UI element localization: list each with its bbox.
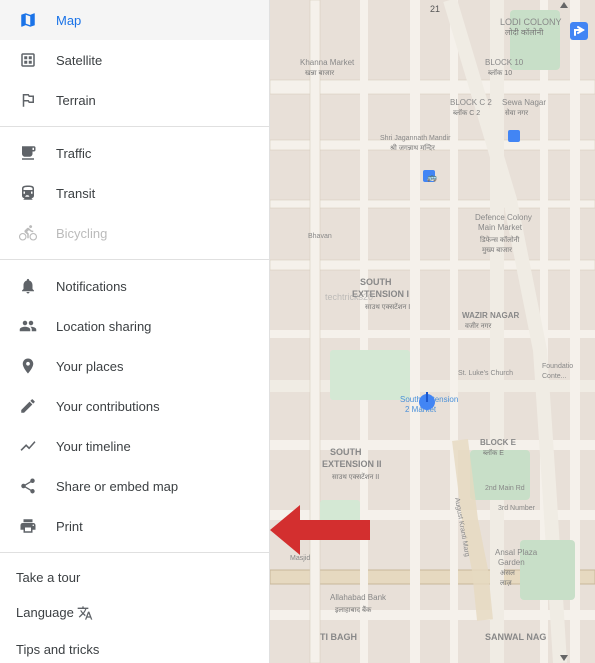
svg-text:Bhavan: Bhavan	[308, 233, 332, 240]
satellite-icon	[16, 48, 40, 72]
sidebar-item-share-embed-label: Share or embed map	[56, 479, 253, 494]
svg-text:खन्ना बाजार: खन्ना बाजार	[305, 70, 334, 77]
svg-text:इलाहाबाद बैंक: इलाहाबाद बैंक	[335, 605, 372, 614]
svg-text:3rd Number: 3rd Number	[498, 505, 536, 512]
sidebar-item-location-sharing-label: Location sharing	[56, 319, 253, 334]
sidebar-item-tips-tricks[interactable]: Tips and tricks	[0, 631, 269, 663]
sidebar-item-your-places[interactable]: Your places	[0, 346, 269, 386]
svg-text:Allahabad Bank: Allahabad Bank	[330, 593, 387, 602]
svg-text:Khanna Market: Khanna Market	[300, 58, 355, 67]
sidebar-item-satellite-label: Satellite	[56, 53, 253, 68]
svg-text:सेवा नगर: सेवा नगर	[505, 108, 528, 117]
svg-text:Defence Colony: Defence Colony	[475, 213, 532, 222]
bicycling-icon	[16, 221, 40, 245]
svg-text:लाज़: लाज़	[500, 580, 513, 587]
divider-1	[0, 126, 269, 127]
svg-text:श्री जगन्नाथ मन्दिर: श्री जगन्नाथ मन्दिर	[390, 143, 435, 152]
svg-text:लोदी कॉलोनी: लोदी कॉलोनी	[505, 27, 544, 37]
sidebar-item-share-embed[interactable]: Share or embed map	[0, 466, 269, 506]
svg-text:EXTENSION II: EXTENSION II	[322, 459, 382, 469]
svg-text:मुख्य बाजार: मुख्य बाजार	[482, 247, 512, 254]
sidebar-item-your-contributions-label: Your contributions	[56, 399, 253, 414]
sidebar-item-your-places-label: Your places	[56, 359, 253, 374]
svg-text:Shri Jagannath Mandir: Shri Jagannath Mandir	[380, 135, 451, 142]
sidebar-item-map-label: Map	[56, 13, 253, 28]
sidebar-item-notifications[interactable]: Notifications	[0, 266, 269, 306]
map-svg: LODI COLONY लोदी कॉलोनी BLOCK 10 ब्लॉक 1…	[270, 0, 595, 663]
divider-2	[0, 259, 269, 260]
svg-text:techtricks20: techtricks20	[325, 292, 373, 302]
svg-text:SOUTH: SOUTH	[360, 277, 392, 287]
location-sharing-icon	[16, 314, 40, 338]
sidebar-item-transit-label: Transit	[56, 186, 253, 201]
svg-text:डिफेन्स कॉलोनी: डिफेन्स कॉलोनी	[480, 235, 520, 244]
your-timeline-icon	[16, 434, 40, 458]
sidebar-item-notifications-label: Notifications	[56, 279, 253, 294]
svg-text:21: 21	[430, 4, 440, 14]
sidebar-item-traffic[interactable]: Traffic	[0, 133, 269, 173]
svg-text:SANWAL NAG: SANWAL NAG	[485, 632, 546, 642]
divider-3	[0, 552, 269, 553]
sidebar-item-map[interactable]: Map	[0, 0, 269, 40]
svg-text:BLOCK C 2: BLOCK C 2	[450, 98, 492, 107]
svg-text:ब्लॉक C 2: ब्लॉक C 2	[453, 108, 480, 117]
svg-text:साउथ एक्सटेंशन II: साउथ एक्सटेंशन II	[332, 472, 379, 481]
sidebar-item-bicycling[interactable]: Bicycling	[0, 213, 269, 253]
sidebar-item-your-contributions[interactable]: Your contributions	[0, 386, 269, 426]
svg-text:Ansal Plaza: Ansal Plaza	[495, 548, 538, 557]
layer-section: Traffic Transit Bicycling	[0, 133, 269, 253]
sidebar-item-take-a-tour[interactable]: Take a tour	[0, 559, 269, 595]
sidebar-item-your-timeline[interactable]: Your timeline	[0, 426, 269, 466]
sidebar-item-transit[interactable]: Transit	[0, 173, 269, 213]
svg-text:अंसल: अंसल	[500, 569, 515, 577]
svg-text:ब्लॉक 10: ब्लॉक 10	[488, 68, 512, 77]
transit-icon	[16, 181, 40, 205]
sidebar-item-language-label: Language	[16, 605, 93, 622]
share-embed-icon	[16, 474, 40, 498]
arrow-annotation	[270, 505, 370, 555]
svg-text:BLOCK E: BLOCK E	[480, 438, 517, 447]
svg-text:WAZIR NAGAR: WAZIR NAGAR	[462, 311, 520, 320]
sidebar-item-satellite[interactable]: Satellite	[0, 40, 269, 80]
svg-text:🚌: 🚌	[427, 173, 437, 182]
sidebar-item-tips-tricks-label: Tips and tricks	[16, 642, 99, 657]
sidebar: Map Satellite Terrain Traffic	[0, 0, 270, 663]
sidebar-item-language[interactable]: Language	[0, 595, 269, 631]
svg-text:ब्लॉक E: ब्लॉक E	[483, 448, 504, 457]
sidebar-item-take-a-tour-label: Take a tour	[16, 570, 80, 585]
svg-text:Garden: Garden	[498, 558, 525, 567]
svg-text:साउथ एक्सटेंशन I: साउथ एक्सटेंशन I	[365, 302, 410, 311]
svg-text:TI BAGH: TI BAGH	[320, 632, 357, 642]
personal-section: Notifications Location sharing Your plac…	[0, 266, 269, 546]
sidebar-item-traffic-label: Traffic	[56, 146, 253, 161]
svg-text:Masjid: Masjid	[290, 555, 310, 562]
print-icon	[16, 514, 40, 538]
svg-text:Foundatio: Foundatio	[542, 363, 573, 370]
sidebar-item-your-timeline-label: Your timeline	[56, 439, 253, 454]
your-places-icon	[16, 354, 40, 378]
map-icon	[16, 8, 40, 32]
svg-text:Conte...: Conte...	[542, 373, 567, 380]
svg-text:2nd Main Rd: 2nd Main Rd	[485, 485, 525, 492]
sidebar-item-location-sharing[interactable]: Location sharing	[0, 306, 269, 346]
svg-text:BLOCK 10: BLOCK 10	[485, 58, 524, 67]
notifications-icon	[16, 274, 40, 298]
sidebar-item-print[interactable]: Print	[0, 506, 269, 546]
red-arrow-svg	[270, 505, 370, 555]
map-type-section: Map Satellite Terrain	[0, 0, 269, 120]
sidebar-item-print-label: Print	[56, 519, 253, 534]
sidebar-item-bicycling-label: Bicycling	[56, 226, 253, 241]
terrain-icon	[16, 88, 40, 112]
sidebar-item-terrain-label: Terrain	[56, 93, 253, 108]
svg-text:St. Luke's Church: St. Luke's Church	[458, 370, 513, 377]
svg-text:LODI COLONY: LODI COLONY	[500, 17, 562, 27]
svg-text:SOUTH: SOUTH	[330, 447, 362, 457]
svg-text:वजीर नगर: वजीर नगर	[465, 321, 492, 330]
svg-text:Main Market: Main Market	[478, 223, 523, 232]
your-contributions-icon	[16, 394, 40, 418]
svg-text:Sewa Nagar: Sewa Nagar	[502, 98, 546, 107]
traffic-icon	[16, 141, 40, 165]
sidebar-item-terrain[interactable]: Terrain	[0, 80, 269, 120]
map-canvas[interactable]: LODI COLONY लोदी कॉलोनी BLOCK 10 ब्लॉक 1…	[270, 0, 595, 663]
